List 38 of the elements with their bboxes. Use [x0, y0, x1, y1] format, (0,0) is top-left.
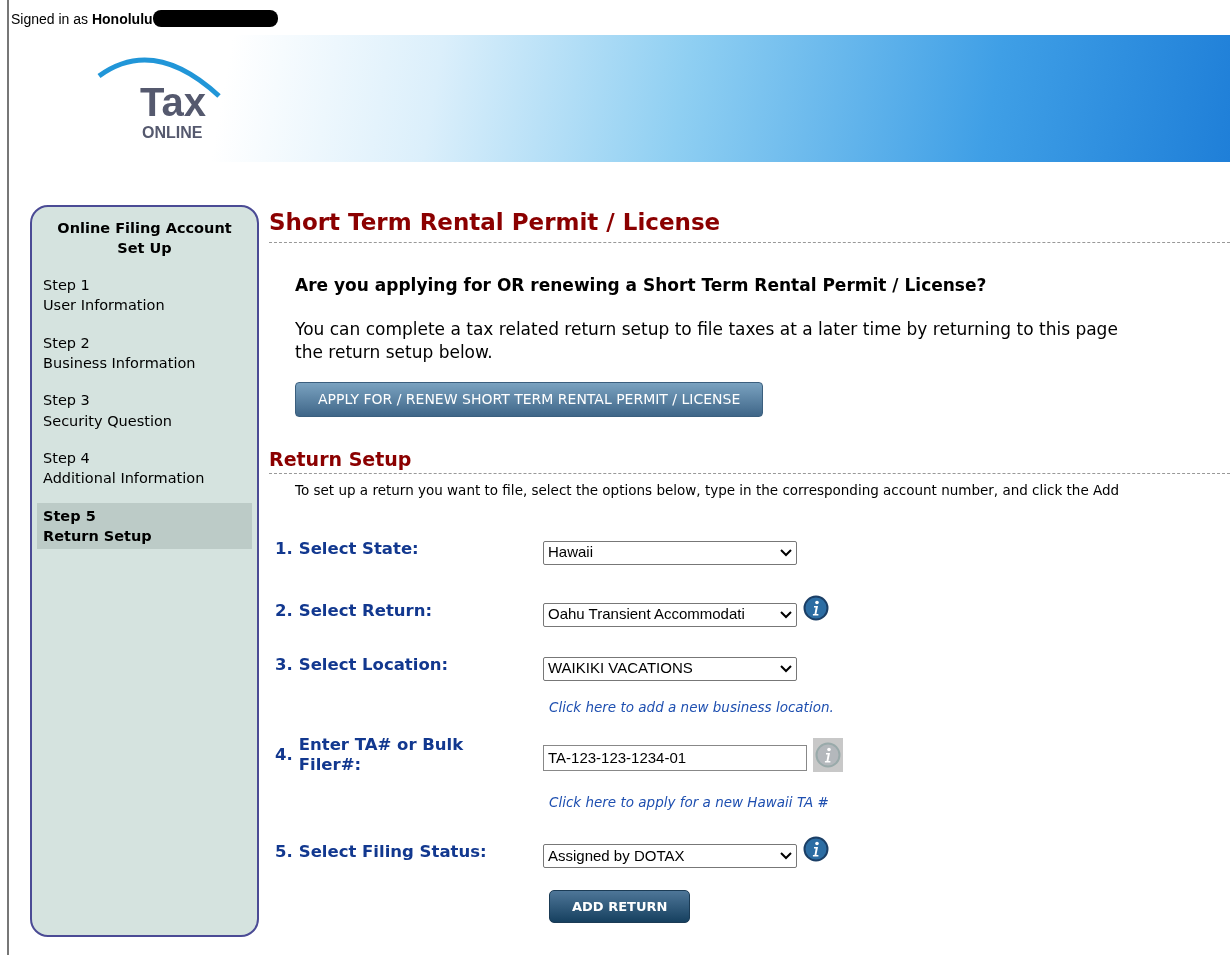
field-number: 2. [275, 599, 293, 622]
info-icon[interactable] [803, 835, 829, 862]
help-link[interactable]: Click here to apply for a new Hawaii TA # [549, 791, 829, 813]
caret-icon [780, 610, 792, 619]
field-label: Select State: [298, 537, 419, 560]
sidebar-step[interactable]: Step 4 Additional Information [37, 444, 252, 492]
field-label: Select Location: [298, 653, 449, 676]
info-icon[interactable] [803, 594, 829, 621]
instructions-text: To set up a return you want to file, select the options below, type in the corresponding account number, and click the Add [295, 481, 1121, 501]
sidebar-step[interactable]: Step 5 Return Setup [37, 502, 252, 550]
page-title: Short Term Rental Permit / License [269, 205, 1230, 243]
intro-paragraph: You can complete a tax related return setup to file taxes at a later time by returning to this page the return setup below. [295, 318, 1119, 364]
section-title: Return Setup [269, 444, 1230, 475]
user-name: Honolulu [91, 11, 153, 27]
select-field[interactable]: Oahu Transient Accommodati [543, 602, 797, 627]
field-number: 1. [275, 537, 293, 560]
caret-icon [780, 664, 792, 673]
add-return-button[interactable]: ADD RETURN [549, 889, 691, 924]
caret-icon [780, 851, 792, 860]
question-text: Are you applying for OR renewing a Short Term Rental Permit / License? [295, 273, 988, 297]
field-number: 3. [275, 653, 293, 676]
select-field[interactable]: Hawaii [543, 540, 797, 565]
sidebar-step[interactable]: Step 1 User Information [37, 272, 252, 319]
field-label: Select Filing Status: [298, 840, 487, 863]
help-link[interactable]: Click here to add a new business location. [549, 696, 834, 717]
sidebar-step[interactable]: Step 3 Security Question [37, 387, 252, 434]
field-number: 5. [275, 840, 293, 863]
apply-permit-button[interactable]: APPLY FOR / RENEW SHORT TERM RENTAL PERMIT / LICENSE [295, 381, 764, 417]
select-field[interactable]: Assigned by DOTAX [543, 843, 797, 868]
select-field[interactable]: WAIKIKI VACATIONS [543, 656, 797, 681]
field-label: Enter TA# or Bulk Filer#: [298, 734, 465, 776]
sidebar-step[interactable]: Step 2 Business Information [37, 329, 252, 377]
caret-icon [780, 548, 792, 557]
sidebar-title: Online Filing Account Set Up [56, 219, 233, 258]
signed-in-label: Signed in as [11, 11, 90, 27]
field-number: 4. [275, 743, 293, 766]
text-field[interactable]: TA-123-123-1234-01 [543, 744, 807, 771]
field-label: Select Return: [298, 599, 433, 622]
